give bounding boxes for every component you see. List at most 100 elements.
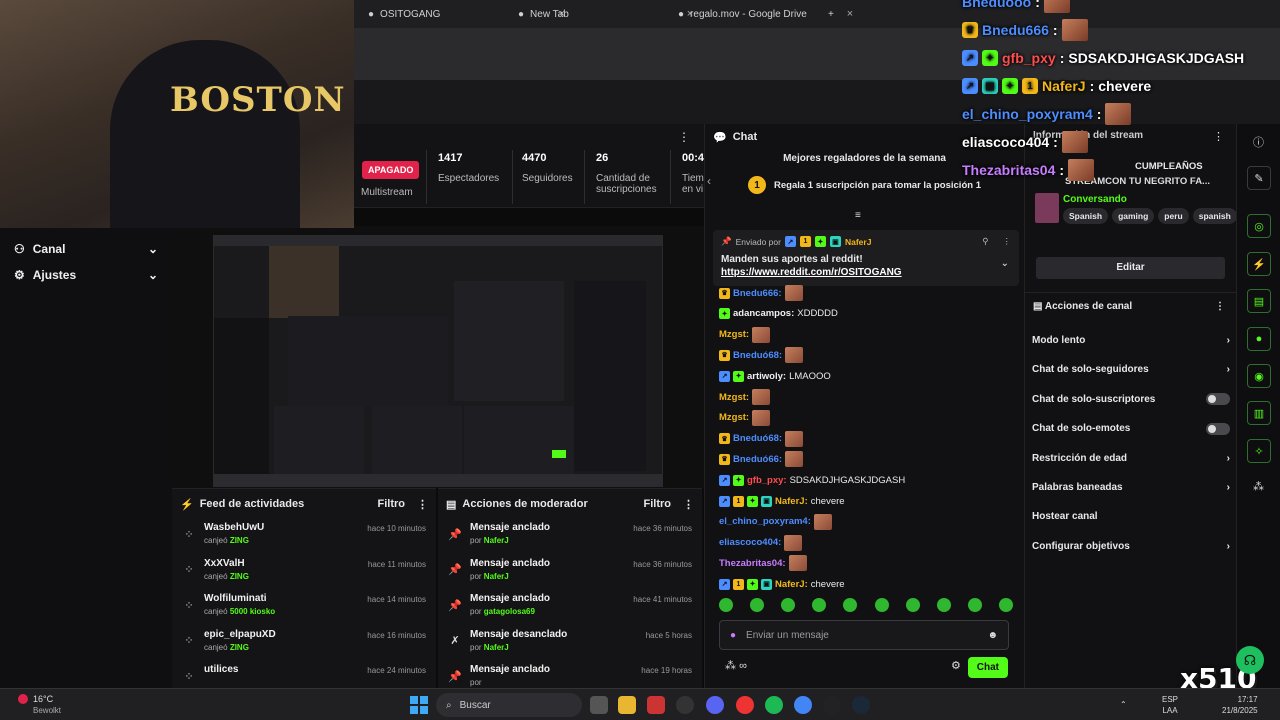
mic-icon[interactable]: ●	[730, 630, 736, 641]
wrench-icon[interactable]: ✧	[1247, 439, 1271, 463]
chat-username[interactable]: Bneduó68:	[733, 433, 782, 444]
toggle-switch[interactable]	[1206, 422, 1230, 435]
list-item[interactable]: ⁘ Wolfiluminati canjeó 5000 kiosko hace 14 …	[172, 590, 436, 626]
list-item[interactable]: 📌 Mensaje anclado por NaferJ hace 36 minuto…	[438, 519, 702, 555]
chat-message[interactable]: Thezabritas04:	[719, 555, 807, 572]
discord-icon[interactable]	[706, 696, 724, 714]
multistream-label[interactable]: Multistream	[361, 187, 413, 198]
weather-temp[interactable]: 16°C	[33, 694, 53, 704]
pinned-link[interactable]: https://www.reddit.com/r/OSITOGANG	[721, 267, 1011, 278]
taskbar-search[interactable]: ⌕ Buscar	[436, 693, 582, 717]
channel-action-item[interactable]: Restricción de edad ›	[1032, 444, 1230, 473]
list-icon: ▤	[446, 498, 457, 511]
filter-button[interactable]: Filtro	[644, 498, 672, 510]
chat-username[interactable]: gfb_pxy:	[747, 475, 787, 486]
support-icon[interactable]: ☊	[1236, 646, 1264, 674]
chat-message[interactable]: ♛ Bneduó66:	[719, 451, 804, 468]
list-item[interactable]: 📌 Mensaje anclado por gatagolosa69 hace 41 …	[438, 590, 702, 626]
opera-icon[interactable]	[736, 696, 754, 714]
channel-action-item[interactable]: Palabras baneadas ›	[1032, 473, 1230, 502]
chat-username[interactable]: Bneduó66:	[733, 454, 782, 465]
filter-button[interactable]: Filtro	[378, 498, 406, 510]
chat-message[interactable]: ✦ adancampos: XDDDDD	[719, 306, 838, 322]
chat-message[interactable]: el_chino_poxyram4:	[719, 513, 832, 530]
close-tab-icon[interactable]: ×	[847, 8, 853, 20]
folder-icon[interactable]	[618, 696, 636, 714]
chat-message-input[interactable]: ● Enviar un mensaje ☻	[719, 620, 1009, 650]
xbox-icon[interactable]	[676, 696, 694, 714]
clock[interactable]: 17:17 21/8/2025	[1222, 694, 1258, 716]
app-icon[interactable]	[647, 696, 665, 714]
chat-bubble-icon[interactable]: ●	[1247, 327, 1271, 351]
toggle-switch[interactable]	[1206, 393, 1230, 406]
windows-start-icon[interactable]	[410, 696, 428, 714]
language-indicator[interactable]: ESP LAA	[1162, 694, 1178, 716]
sidebar-item-canal[interactable]: ⚇ Canal ⌄	[0, 236, 172, 262]
chat-username[interactable]: el_chino_poxyram4:	[719, 516, 811, 527]
list-item[interactable]: ⁘ XxXValH canjeó ZING hace 11 minutos	[172, 555, 436, 591]
steam-icon[interactable]	[852, 696, 870, 714]
broadcast-icon[interactable]: ◉	[1247, 364, 1271, 388]
chat-message[interactable]: ♛ Bnedu666:	[719, 285, 803, 301]
channel-action-item[interactable]: Configurar objetivos ›	[1032, 532, 1230, 561]
obs-icon[interactable]	[823, 696, 841, 714]
channel-action-item[interactable]: Chat de solo-seguidores ›	[1032, 355, 1230, 384]
lightning-icon[interactable]: ⚡	[1247, 252, 1271, 276]
chat-message[interactable]: eliascoco404:	[719, 534, 803, 551]
stream-preview-video[interactable]	[213, 235, 663, 487]
chevron-up-icon[interactable]: ⌃	[1120, 699, 1127, 710]
gear-icon[interactable]: ⚙	[951, 659, 961, 672]
chat-username[interactable]: NaferJ:	[775, 579, 808, 590]
emote-quickbar[interactable]	[719, 598, 1013, 612]
chat-username[interactable]: Bneduó68:	[733, 350, 782, 361]
chat-username[interactable]: eliascoco404:	[719, 537, 781, 548]
chat-message[interactable]: ↗ 1 ✦ ▣ NaferJ: chevere	[719, 576, 845, 592]
target-icon[interactable]: ◎	[1247, 214, 1271, 238]
channel-action-item[interactable]: Hostear canal	[1032, 502, 1230, 531]
chat-message[interactable]: Mzgst:	[719, 389, 771, 405]
chevron-left-icon[interactable]: ‹	[707, 174, 711, 188]
chat-username[interactable]: Mzgst:	[719, 392, 749, 403]
more-options-icon[interactable]: ⋮	[417, 498, 428, 511]
chat-send-button[interactable]: Chat	[967, 657, 1008, 678]
more-options-icon[interactable]: ⋮	[1003, 236, 1012, 247]
layout-icon[interactable]: ▥	[1247, 401, 1271, 425]
list-item[interactable]: 📌 Mensaje anclado por NaferJ hace 36 minuto…	[438, 555, 702, 591]
list-item[interactable]: ⁘ epic_elpapuXD canjeó ZING hace 16 minutos	[172, 626, 436, 662]
new-tab-button[interactable]: +	[820, 4, 842, 24]
more-options-icon[interactable]: ⋮	[1215, 301, 1225, 312]
infinity-icon[interactable]: ⁂ ∞	[725, 659, 747, 672]
emote-icon	[905, 598, 920, 612]
channel-action-item[interactable]: Chat de solo-emotes	[1032, 414, 1230, 443]
sidebar-item-ajustes[interactable]: ⚙ Ajustes ⌄	[0, 262, 172, 288]
chat-username[interactable]: adancampos:	[733, 308, 794, 319]
chat-message[interactable]: ↗ 1 ✦ ▣ NaferJ: chevere	[719, 493, 845, 509]
chat-username[interactable]: artiwoly:	[747, 371, 786, 382]
list-item[interactable]: ✗ Mensaje desanclado por NaferJ hace 5 hora…	[438, 626, 702, 662]
chat-message[interactable]: ↗ ✦ gfb_pxy: SDSAKDJHGASKJDGASH	[719, 472, 905, 488]
more-options-icon[interactable]: ⋮	[678, 130, 690, 144]
chat-username[interactable]: Bnedu666:	[733, 288, 782, 299]
apps-icon[interactable]: ⁂	[1253, 480, 1264, 493]
pin-icon[interactable]: ⚲	[982, 236, 988, 247]
chat-message[interactable]: ↗ ✦ artiwoly: LMAOOO	[719, 368, 831, 384]
channel-action-item[interactable]: Modo lento ›	[1032, 326, 1230, 355]
list-item[interactable]: ⁘ WasbehUwU canjeó ZING hace 10 minutos	[172, 519, 436, 555]
chat-username[interactable]: Mzgst:	[719, 329, 749, 340]
emoji-icon[interactable]: ☻	[987, 630, 998, 641]
chat-username[interactable]: NaferJ:	[775, 496, 808, 507]
taskview-icon[interactable]	[590, 696, 608, 714]
more-options-icon[interactable]: ⋮	[683, 498, 694, 511]
chrome-icon[interactable]	[794, 696, 812, 714]
chat-message[interactable]: ♛ Bneduó68:	[719, 347, 804, 364]
document-icon[interactable]: ▤	[1247, 289, 1271, 313]
chevron-down-icon[interactable]: ⌄	[1001, 258, 1009, 269]
chat-message[interactable]: Mzgst:	[719, 326, 771, 343]
spotify-icon[interactable]	[765, 696, 783, 714]
chat-message[interactable]: ♛ Bneduó68:	[719, 430, 804, 447]
chat-username[interactable]: Mzgst:	[719, 412, 749, 423]
chat-message[interactable]: Mzgst:	[719, 409, 771, 426]
channel-action-item[interactable]: Chat de solo-suscriptores	[1032, 385, 1230, 414]
edit-button[interactable]: Editar	[1036, 257, 1225, 279]
chat-username[interactable]: Thezabritas04:	[719, 558, 786, 569]
